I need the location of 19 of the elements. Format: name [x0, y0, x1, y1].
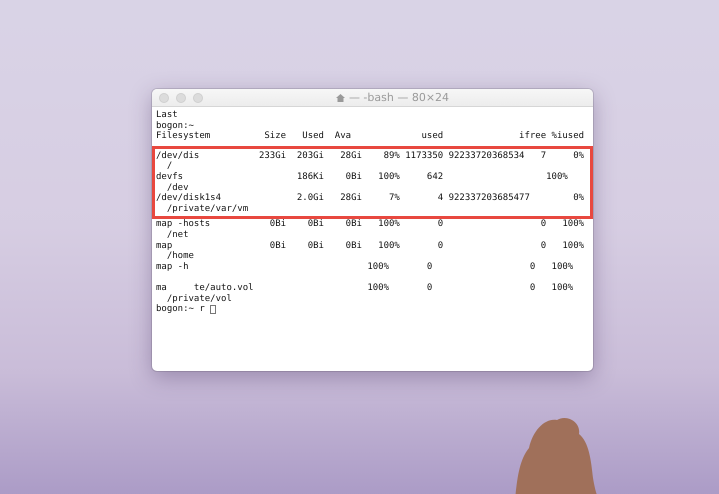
- terminal-line: /net: [166, 230, 190, 241]
- terminal-line: /dev: [166, 182, 190, 193]
- terminal-line: /private/var/vm: [166, 204, 250, 214]
- prompt-text: bogon:~ r: [156, 304, 205, 315]
- terminal-line: devfs 186Ki 0Bi 100% 642 100%: [156, 172, 569, 183]
- terminal-line: /: [166, 161, 174, 172]
- window-title: — -bash — 80×24: [348, 91, 450, 104]
- house-icon: [336, 94, 345, 102]
- terminal-line: /dev/dis 233Gi 203Gi 28Gi 89% 1173350 92233720368534 7 0%: [156, 150, 586, 162]
- terminal-line: ma te/auto.vol 100% 0 0 100%: [156, 282, 574, 294]
- terminal-line: map -h 100% 0 0 100%: [156, 262, 574, 272]
- terminal-line: /home: [166, 251, 195, 262]
- terminal-line: Filesystem Size Used Ava used ifree %iused: [156, 131, 586, 142]
- terminal-line: /private/vol: [166, 294, 233, 304]
- terminal-line: map 0Bi 0Bi 0Bi 100% 0 0 100%: [156, 240, 586, 251]
- terminal-line: map -hosts 0Bi 0Bi 0Bi 100% 0 0 100%: [156, 219, 586, 230]
- terminal-line: Last: [156, 110, 179, 121]
- terminal-line: /dev/disk1s4 2.0Gi 28Gi 7% 4 922337203685477 0%: [156, 193, 586, 204]
- terminal-line: bogon:~: [156, 120, 195, 131]
